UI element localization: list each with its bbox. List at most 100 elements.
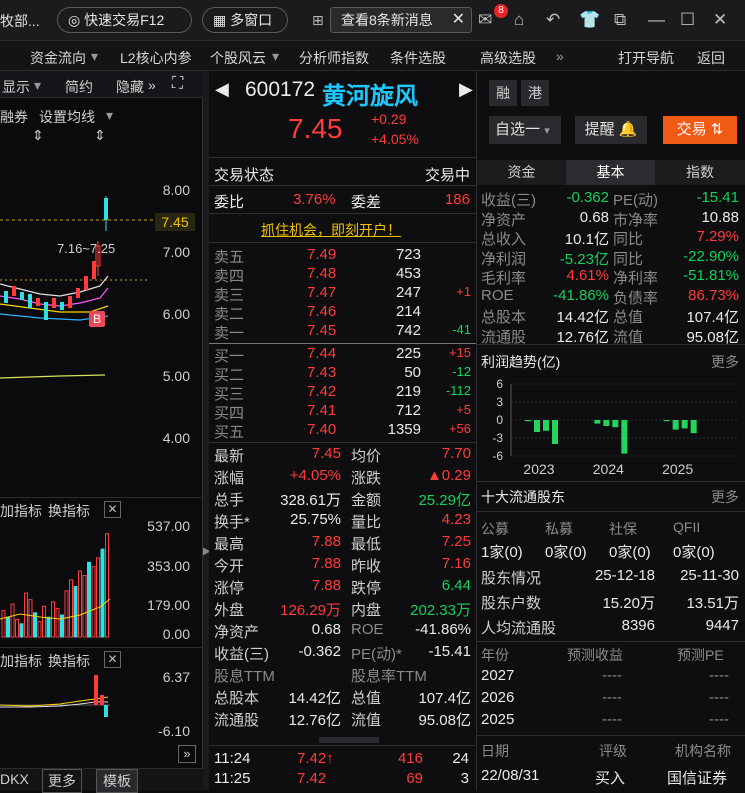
next-stock-icon[interactable]: ▶: [459, 79, 473, 100]
ask-level[interactable]: 卖三 7.47 247 +1: [209, 284, 477, 304]
buy-marker[interactable]: B: [89, 311, 105, 327]
news-notification[interactable]: 查看8条新消息 ✕: [330, 7, 472, 33]
ask-level[interactable]: 卖二 7.46 214: [209, 303, 477, 323]
holder-row-value: 25-12-18: [594, 567, 655, 584]
minimize-icon[interactable]: —: [648, 9, 665, 31]
skin-icon[interactable]: 👕: [579, 9, 600, 31]
bid-level[interactable]: 买四 7.41 712 +5: [209, 402, 477, 422]
grid-icon[interactable]: ⊞: [312, 12, 324, 29]
switch-indicator-button[interactable]: 换指标: [48, 651, 90, 671]
switch-indicator-button[interactable]: 换指标: [48, 501, 90, 521]
holder-type-header: 社保: [609, 521, 637, 537]
tab-index[interactable]: 指数: [655, 160, 745, 185]
forecast-cell: 2027: [481, 667, 515, 684]
add-indicator-button[interactable]: 加指标: [0, 501, 42, 521]
bid-change: -12: [452, 364, 471, 379]
double-chevron-icon[interactable]: »: [148, 77, 156, 93]
back-icon[interactable]: ↶: [546, 9, 560, 31]
tab-basic[interactable]: 基本: [566, 160, 655, 185]
bid-level[interactable]: 买一 7.44 225 +15: [209, 345, 477, 365]
bid-price: 7.44: [307, 345, 337, 362]
close-icon[interactable]: ✕: [104, 651, 121, 668]
fund-row: 净利润 -5.23亿 同比 -22.90%: [477, 247, 745, 268]
profit-x-label: 2024: [593, 461, 624, 476]
more-button[interactable]: 更多: [42, 769, 82, 793]
prev-stock-icon[interactable]: ◀: [215, 79, 229, 100]
volume-bar: [15, 618, 19, 638]
scroll-handle[interactable]: [319, 737, 379, 743]
stat-value: ▲0.29: [426, 467, 471, 484]
bid-level[interactable]: 买三 7.42 219 -112: [209, 383, 477, 403]
ask-level[interactable]: 卖四 7.48 453: [209, 265, 477, 285]
bid-level[interactable]: 买五 7.40 1359 +56: [209, 421, 477, 441]
dkx-tab[interactable]: DKX: [0, 771, 29, 787]
fund-value: -22.90%: [683, 247, 739, 265]
quick-trade-button[interactable]: ◎ 快速交易F12: [57, 7, 192, 33]
ask-level[interactable]: 卖五 7.49 723: [209, 246, 477, 266]
status-row: 交易状态 交易中: [209, 164, 476, 184]
remind-button[interactable]: 提醒 🔔: [575, 116, 647, 144]
mail-icon[interactable]: ✉: [478, 9, 492, 31]
bell-icon: 🔔: [618, 121, 638, 138]
fund-label: 总值: [613, 309, 644, 326]
bid-level[interactable]: 买二 7.43 50 -12: [209, 364, 477, 384]
top-holders-title: 十大流通股东: [481, 489, 565, 505]
y-tick: 8.00: [162, 182, 190, 198]
add-indicator-button[interactable]: 加指标: [0, 651, 42, 671]
kline-chart[interactable]: ⇕ ⇕: [0, 126, 203, 456]
bid-change: +5: [456, 402, 471, 417]
volume-bar: [96, 557, 100, 638]
stat-value: 328.61万: [280, 492, 341, 509]
bid-change: +15: [448, 345, 471, 360]
stat-value: 25.75%: [290, 511, 341, 528]
divider: [477, 735, 745, 736]
display-menu[interactable]: 显示: [2, 77, 30, 97]
home-icon[interactable]: ⌂: [514, 9, 524, 31]
menu-analyst-index[interactable]: 分析师指数: [299, 48, 369, 68]
stat-label: ROE: [351, 621, 384, 638]
margin-tag[interactable]: 融: [489, 80, 517, 106]
maximize-icon[interactable]: ☐: [680, 9, 695, 31]
menu-back[interactable]: 返回: [697, 48, 725, 68]
open-account-link[interactable]: 抓住机会，即刻开户！: [261, 220, 401, 240]
menu-open-nav[interactable]: 打开导航: [618, 48, 674, 68]
menu-capital-flow[interactable]: 资金流向: [30, 48, 86, 68]
template-button[interactable]: 模板: [96, 769, 138, 793]
volume-chart[interactable]: [0, 519, 150, 643]
holders-more-link[interactable]: 更多: [711, 487, 739, 507]
fullscreen-icon[interactable]: ⛶: [172, 75, 183, 93]
trade-button[interactable]: 交易 ⇅: [663, 116, 737, 144]
menu-stock-wind[interactable]: 个股风云: [210, 48, 266, 68]
ask-level[interactable]: 卖一 7.45 742 -41: [209, 322, 477, 342]
stat-label: 量比: [351, 514, 382, 531]
restore-icon[interactable]: ⧉: [614, 9, 626, 31]
tab-funds[interactable]: 资金: [477, 160, 566, 185]
close-icon[interactable]: ✕: [452, 8, 465, 32]
stat-value: 95.08亿: [418, 712, 471, 729]
stat-value: 25.29亿: [418, 492, 471, 509]
multi-window-button[interactable]: ▦ 多窗口: [202, 7, 288, 33]
hk-connect-tag[interactable]: 港: [521, 80, 549, 106]
double-chevron-icon[interactable]: »: [556, 48, 564, 64]
forecast-cell: ----: [709, 689, 729, 706]
close-icon[interactable]: ✕: [104, 501, 121, 518]
menu-condition-select[interactable]: 条件选股: [390, 48, 446, 68]
simple-button[interactable]: 简约: [65, 77, 93, 97]
holder-row-value: 13.51万: [686, 595, 739, 612]
holder-row-value: 8396: [621, 617, 655, 634]
stat-label: 流值: [351, 712, 382, 729]
indicator-chart[interactable]: [0, 669, 150, 729]
menu-advanced-select[interactable]: 高级选股: [480, 48, 536, 68]
profit-more-link[interactable]: 更多: [711, 352, 739, 372]
stat-value: 7.70: [441, 445, 471, 462]
watchlist-button[interactable]: 自选一 ▾: [489, 116, 561, 144]
bid-label: 买三: [214, 386, 245, 403]
close-window-icon[interactable]: ✕: [713, 9, 727, 31]
volume-bar: [105, 533, 109, 638]
expand-icon[interactable]: »: [178, 745, 196, 763]
info-panel: 融 港 自选一 ▾ 提醒 🔔 交易 ⇅ 资金 基本 指数 收益(三) -0.362…: [477, 71, 745, 790]
set-ma-button[interactable]: 设置均线: [39, 107, 95, 127]
menu-l2[interactable]: L2核心内参: [120, 48, 192, 68]
hide-button[interactable]: 隐藏: [116, 77, 144, 97]
bid-change: +56: [448, 421, 471, 436]
